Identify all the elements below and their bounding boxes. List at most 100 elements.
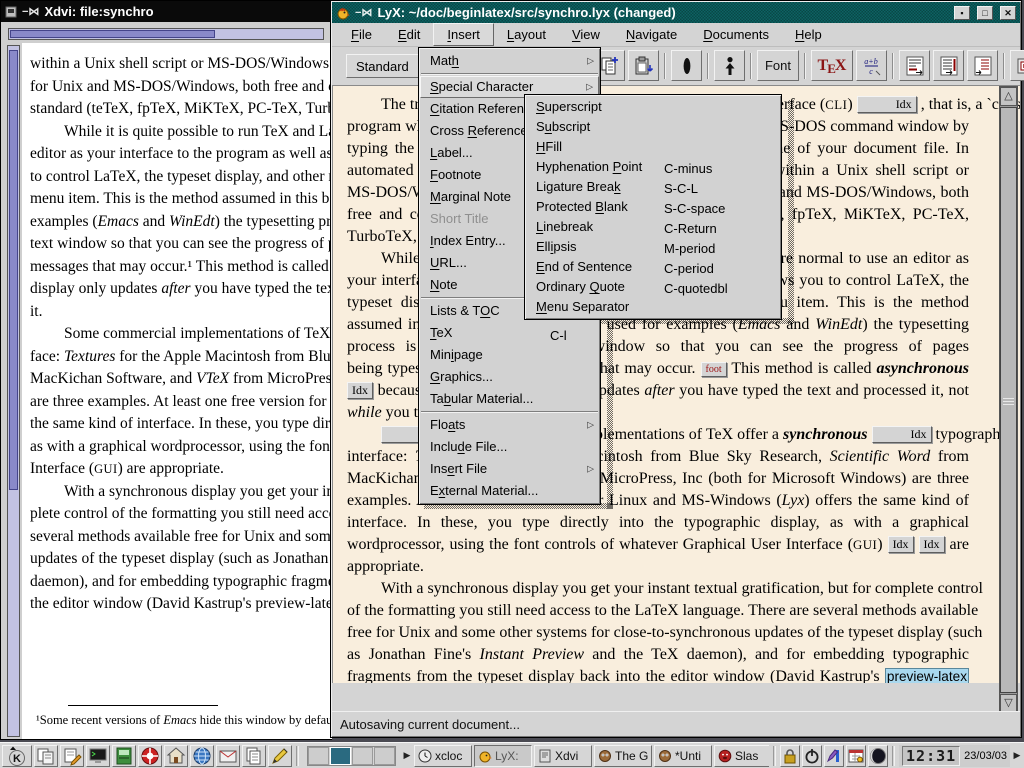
- scroll-up-icon[interactable]: △: [1000, 87, 1017, 106]
- window-list-launcher-icon[interactable]: [34, 745, 58, 767]
- menubar-item-view[interactable]: View: [559, 24, 613, 45]
- quick-launchers: [34, 745, 292, 767]
- xdvi-titlebar[interactable]: −⋈ Xdvi: file:synchro: [1, 1, 331, 22]
- menubar-item-layout[interactable]: Layout: [494, 24, 559, 45]
- text-line: examples (Emacs and WinEdt) the typesett…: [30, 211, 332, 234]
- moon-icon[interactable]: [868, 745, 888, 767]
- depth-icon[interactable]: [967, 50, 998, 81]
- math-icon[interactable]: a+bc: [856, 50, 887, 81]
- lyx-title-text: LyX: ~/doc/beginlatex/src/synchro.lyx (c…: [377, 5, 675, 20]
- task-button-unti[interactable]: *Unti: [654, 745, 712, 767]
- menu-item-subscript[interactable]: Subscript: [526, 117, 780, 137]
- text-line: as with a graphical wordprocessor, using…: [30, 436, 332, 459]
- menu-item-menu-separator[interactable]: Menu Separator: [526, 297, 780, 317]
- paste-icon[interactable]: [628, 50, 659, 81]
- documents-launcher-icon[interactable]: [242, 745, 266, 767]
- taskbar-expand-icon[interactable]: ▶: [402, 750, 412, 761]
- konsole-launcher-icon[interactable]: [112, 745, 136, 767]
- foot-inset[interactable]: foot: [701, 362, 727, 377]
- browser-launcher-icon[interactable]: [190, 745, 214, 767]
- menu-item-floats[interactable]: Floats▷: [420, 414, 599, 436]
- pager-desktop-1[interactable]: [308, 747, 329, 765]
- font-button[interactable]: Font: [757, 50, 799, 81]
- menu-item-ellipsis[interactable]: EllipsisM-period: [526, 237, 780, 257]
- minimize-button[interactable]: ▪: [954, 6, 970, 20]
- marginpar-icon[interactable]: [933, 50, 964, 81]
- editor-launcher-icon[interactable]: [268, 745, 292, 767]
- kmenu-button[interactable]: K: [2, 745, 32, 767]
- idx-inset[interactable]: Idx: [872, 426, 932, 443]
- idx-inset[interactable]: Idx: [888, 536, 914, 553]
- figure-icon[interactable]: [1010, 50, 1024, 81]
- menu-item-linebreak[interactable]: LinebreakC-Return: [526, 217, 780, 237]
- menu-item-end-of-sentence[interactable]: End of SentenceC-period: [526, 257, 780, 277]
- menu-item-minipage[interactable]: Minipage: [420, 344, 599, 366]
- menu-item-ligature-break[interactable]: Ligature BreakS-C-L: [526, 177, 780, 197]
- lyx-titlebar[interactable]: −⋈ LyX: ~/doc/beginlatex/src/synchro.lyx…: [332, 2, 1020, 23]
- clock-applet[interactable]: 12:31 23/03/03: [899, 745, 1010, 767]
- menu-item-superscript[interactable]: Superscript: [526, 97, 780, 117]
- menu-item-include-file[interactable]: Include File...: [420, 436, 599, 458]
- task-button-xdvi[interactable]: Xdvi: [534, 745, 592, 767]
- idx-inset[interactable]: Idx: [919, 536, 945, 553]
- window-pin-icon[interactable]: −⋈: [355, 6, 372, 19]
- document-scrollbar[interactable]: △ ▽: [999, 86, 1018, 714]
- xdvi-footnote: ¹Some recent versions of Emacs hide this…: [36, 713, 332, 728]
- pager-desktop-3[interactable]: [352, 747, 373, 765]
- xdvi-page[interactable]: within a Unix shell script or MS-DOS/Win…: [22, 43, 332, 739]
- klipper-icon[interactable]: [824, 745, 844, 767]
- home-launcher-icon[interactable]: [164, 745, 188, 767]
- pager-desktop-4[interactable]: [374, 747, 395, 765]
- close-button[interactable]: ✕: [1000, 6, 1016, 20]
- menubar-item-help[interactable]: Help: [782, 24, 835, 45]
- menu-item-ordinary-quote[interactable]: Ordinary QuoteC-quotedbl: [526, 277, 780, 297]
- tex-button[interactable]: TEX: [811, 50, 853, 81]
- toolbar-separator: [892, 53, 894, 79]
- pager-desktop-2[interactable]: [330, 747, 351, 765]
- menu-item-external-material[interactable]: External Material...: [420, 480, 599, 502]
- panel-hide-icon[interactable]: ▶: [1012, 750, 1022, 761]
- window-pin-icon[interactable]: −⋈: [22, 5, 39, 18]
- menu-item-protected-blank[interactable]: Protected BlankS-C-space: [526, 197, 780, 217]
- menu-separator: [421, 73, 598, 75]
- text-segment: GUI: [853, 538, 877, 552]
- terminal-launcher-icon[interactable]: [86, 745, 110, 767]
- emph-icon[interactable]: [671, 50, 702, 81]
- task-button-slas[interactable]: Slas: [714, 745, 769, 767]
- mail-launcher-icon[interactable]: [216, 745, 240, 767]
- power-icon[interactable]: [802, 745, 822, 767]
- menu-item-graphics[interactable]: Graphics...: [420, 366, 599, 388]
- desktop-pager[interactable]: [307, 746, 396, 766]
- menu-item-insert-file[interactable]: Insert File▷: [420, 458, 599, 480]
- xdvi-vscroll-thumb[interactable]: [9, 50, 18, 490]
- maximize-button[interactable]: □: [977, 6, 993, 20]
- footnote-icon[interactable]: [899, 50, 930, 81]
- help-launcher-icon[interactable]: [138, 745, 162, 767]
- xdvi-hscroll-thumb[interactable]: [10, 30, 215, 38]
- task-button-lyx[interactable]: LyX:: [474, 745, 532, 767]
- idx-inset[interactable]: Idx: [857, 96, 917, 113]
- menu-item-tabular-material[interactable]: Tabular Material...: [420, 388, 599, 410]
- menubar-item-edit[interactable]: Edit: [385, 24, 433, 45]
- idx-inset[interactable]: Idx: [347, 382, 373, 399]
- menubar-item-insert[interactable]: Insert: [433, 23, 494, 46]
- task-button-xcloc[interactable]: xcloc: [414, 745, 472, 767]
- menubar-item-documents[interactable]: Documents: [690, 24, 782, 45]
- noun-icon[interactable]: [714, 50, 745, 81]
- text-segment: ) the typesetting: [862, 316, 969, 333]
- task-button-the-g[interactable]: The G: [594, 745, 652, 767]
- menu-item-hfill[interactable]: HFill: [526, 137, 780, 157]
- text-line: the same kind of interface. In these, yo…: [30, 413, 332, 436]
- menu-item-math[interactable]: Math▷: [420, 50, 599, 72]
- menu-item-tex[interactable]: TeXC-l: [420, 322, 599, 344]
- lock-icon[interactable]: [780, 745, 800, 767]
- text-segment: Scientific Word: [830, 448, 931, 465]
- menubar-item-file[interactable]: File: [338, 24, 385, 45]
- xdvi-horizontal-scrollbar[interactable]: [8, 28, 324, 40]
- xdvi-vertical-scrollbar[interactable]: [7, 45, 20, 737]
- scrollbar-thumb[interactable]: [1000, 107, 1017, 693]
- organizer-icon[interactable]: [846, 745, 866, 767]
- menubar-item-navigate[interactable]: Navigate: [613, 24, 690, 45]
- menu-item-hyphenation-point[interactable]: Hyphenation PointC-minus: [526, 157, 780, 177]
- desktop-launcher-icon[interactable]: [60, 745, 84, 767]
